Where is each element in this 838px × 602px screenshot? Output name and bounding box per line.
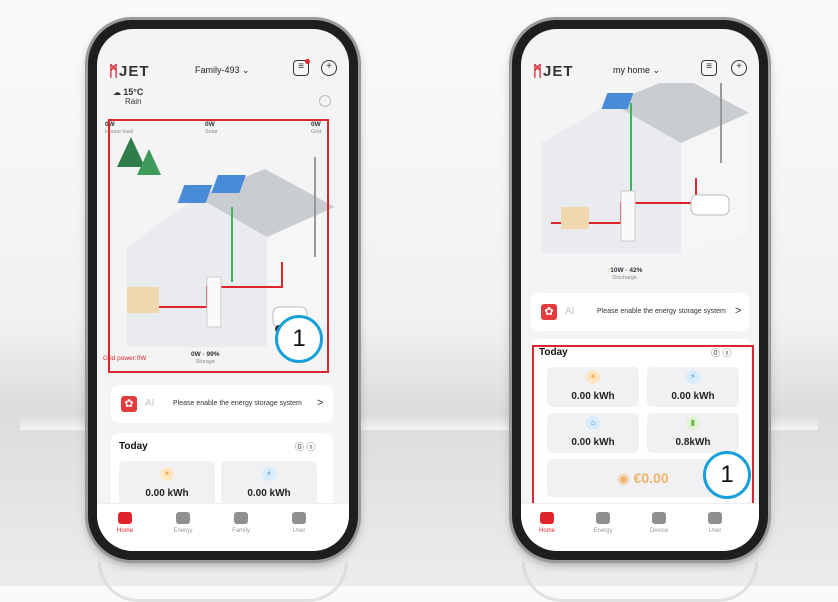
family-selector[interactable]: my home ⌄ bbox=[613, 65, 660, 76]
left-screen: ᛗJET Family-493 ⌄ ≡ + ☁ 15°C Rain 0W Hou… bbox=[97, 29, 349, 551]
callout-number: 1 bbox=[275, 315, 323, 363]
bottom-nav: Home Energy Family User bbox=[97, 503, 349, 551]
nav-device[interactable]: Device bbox=[639, 512, 679, 534]
home-icon bbox=[118, 512, 132, 524]
right-phone: ᛗJET my home ⌄ ≡ + ↑10W · 42% Discharge ✿ bbox=[512, 20, 768, 560]
add-icon[interactable]: + bbox=[731, 60, 747, 76]
home-icon bbox=[540, 512, 554, 524]
ai-message: Please enable the energy storage system bbox=[597, 308, 726, 315]
energy-icon bbox=[176, 512, 190, 524]
user-icon bbox=[708, 512, 722, 524]
weather-cond: Rain bbox=[125, 97, 142, 106]
nav-home[interactable]: Home bbox=[527, 512, 567, 534]
ai-label: AI bbox=[565, 306, 575, 317]
ai-banner[interactable]: ✿ AI Please enable the energy storage sy… bbox=[111, 385, 333, 423]
user-icon bbox=[292, 512, 306, 524]
callout-number: 1 bbox=[703, 451, 751, 499]
right-screen: ᛗJET my home ⌄ ≡ + ↑10W · 42% Discharge ✿ bbox=[521, 29, 759, 551]
nav-energy[interactable]: Energy bbox=[583, 512, 623, 534]
phone-reflection bbox=[98, 562, 348, 602]
chevron-right-icon: > bbox=[317, 397, 324, 409]
weather-widget: ☁ 15°C Rain bbox=[113, 87, 143, 106]
notification-dot bbox=[305, 59, 310, 64]
ai-message: Please enable the energy storage system bbox=[173, 400, 302, 407]
device-icon bbox=[652, 512, 666, 524]
brand-logo: ᛗJET bbox=[109, 63, 150, 80]
add-icon[interactable]: + bbox=[321, 60, 337, 76]
chevron-right-icon: > bbox=[735, 305, 742, 317]
grid-icon: ⚡ bbox=[262, 467, 276, 481]
nav-family[interactable]: Family bbox=[221, 512, 261, 534]
ai-gear-icon: ✿ bbox=[121, 396, 137, 412]
weather-temp: 15°C bbox=[123, 87, 144, 97]
ai-label: AI bbox=[145, 398, 155, 409]
phone-reflection bbox=[522, 562, 758, 602]
left-header: ᛗJET Family-493 ⌄ ≡ + bbox=[97, 29, 349, 83]
house-illustration bbox=[541, 83, 749, 253]
energy-icon bbox=[596, 512, 610, 524]
nav-home[interactable]: Home bbox=[105, 512, 145, 534]
bottom-nav: Home Energy Device User bbox=[521, 503, 759, 551]
cloud-icon: ☁ bbox=[113, 88, 121, 97]
message-icon[interactable]: ≡ bbox=[701, 60, 717, 76]
nav-energy[interactable]: Energy bbox=[163, 512, 203, 534]
ai-gear-icon: ✿ bbox=[541, 304, 557, 320]
refresh-icon[interactable] bbox=[319, 95, 331, 107]
family-selector[interactable]: Family-493 ⌄ bbox=[195, 65, 250, 76]
ai-banner[interactable]: ✿ AI Please enable the energy storage sy… bbox=[531, 293, 749, 331]
brand-logo: ᛗJET bbox=[533, 63, 574, 80]
today-title: Today bbox=[119, 441, 148, 452]
nav-user[interactable]: User bbox=[695, 512, 735, 534]
storage-stat: ↑10W · 42% Discharge bbox=[607, 267, 643, 281]
family-icon bbox=[234, 512, 248, 524]
help-icon[interactable]: ⓪ ⓢ bbox=[295, 440, 316, 453]
nav-user[interactable]: User bbox=[279, 512, 319, 534]
left-phone: ᛗJET Family-493 ⌄ ≡ + ☁ 15°C Rain 0W Hou… bbox=[88, 20, 358, 560]
right-header: ᛗJET my home ⌄ ≡ + bbox=[521, 29, 759, 83]
energy-flow-scene: ↑10W · 42% Discharge bbox=[521, 83, 759, 283]
solar-icon: ☀ bbox=[160, 467, 174, 481]
